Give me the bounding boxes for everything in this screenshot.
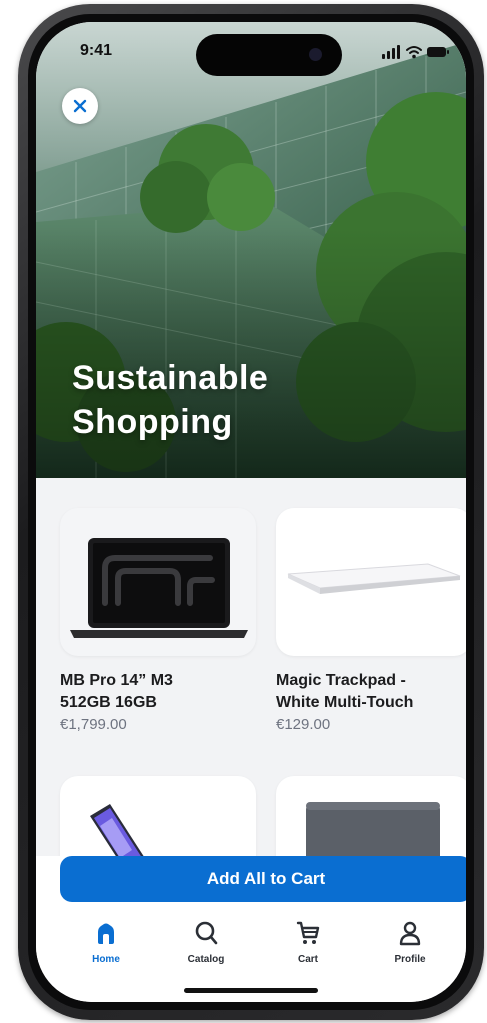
signal-icon	[382, 45, 400, 59]
dynamic-island	[196, 34, 342, 76]
cart-icon	[296, 921, 320, 944]
product-name-line-2: White Multi-Touch	[276, 694, 414, 711]
tab-profile[interactable]: Profile	[370, 914, 450, 974]
camera-icon	[309, 48, 322, 61]
tab-profile-label: Profile	[394, 954, 426, 965]
product-price: €1,799.00	[60, 716, 127, 733]
hero-title-line-1: Sustainable	[72, 359, 269, 397]
bottom-bar: Add All to Cart Home Catalog Cart Profil…	[36, 856, 466, 1002]
hero-title-line-2: Shopping	[72, 403, 233, 441]
product-name: Magic Trackpad - White Multi-Touch	[276, 670, 466, 714]
tab-home[interactable]: Home	[66, 914, 146, 974]
product-name-line-2: 512GB 16GB	[60, 694, 157, 711]
screen: Sustainable Shopping 9:41 MB Pro 14” M3 …	[36, 22, 466, 1002]
search-icon	[195, 921, 218, 945]
status-time: 9:41	[80, 42, 113, 59]
tab-catalog-label: Catalog	[187, 954, 225, 965]
add-all-to-cart-button[interactable]: Add All to Cart	[60, 856, 466, 902]
hero-title: Sustainable Shopping	[72, 356, 392, 444]
close-button[interactable]	[62, 88, 98, 124]
product-name: MB Pro 14” M3 512GB 16GB	[60, 670, 260, 714]
home-icon	[98, 923, 114, 944]
status-bar: 9:41	[36, 22, 466, 82]
wifi-icon	[406, 46, 422, 54]
product-price: €129.00	[276, 716, 331, 733]
tab-bar: Home Catalog Cart Profile	[36, 914, 466, 974]
product-name-line-1: Magic Trackpad -	[276, 672, 406, 689]
status-icons	[382, 45, 449, 59]
hero-banner: Sustainable Shopping	[36, 22, 466, 478]
close-icon	[73, 99, 87, 113]
laptop-image	[70, 538, 248, 638]
trackpad-image	[287, 563, 461, 594]
product-image-card[interactable]	[60, 508, 256, 656]
product-image-card[interactable]	[276, 508, 466, 656]
tab-home-label: Home	[92, 954, 120, 965]
home-indicator	[184, 988, 318, 993]
tab-cart[interactable]: Cart	[268, 914, 348, 974]
profile-icon	[399, 921, 421, 946]
battery-icon	[427, 47, 449, 57]
tab-cart-label: Cart	[297, 954, 318, 965]
product-name-line-1: MB Pro 14” M3	[60, 672, 173, 689]
tab-catalog[interactable]: Catalog	[166, 914, 246, 974]
